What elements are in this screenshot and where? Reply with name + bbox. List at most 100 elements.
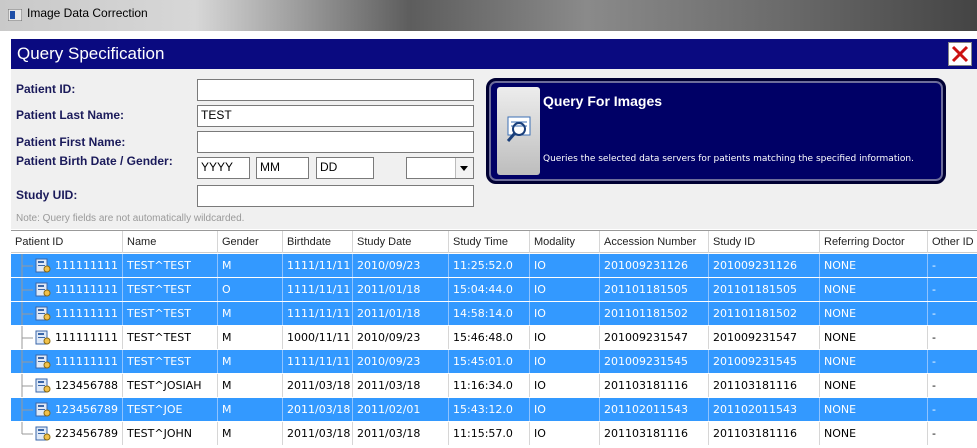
dropdown-arrow[interactable] — [455, 158, 473, 178]
column-header-referring-doctor[interactable]: Referring Doctor — [820, 231, 928, 253]
table-row[interactable]: 123456788 TEST^JOSIAH M 2011/03/18 2011/03/1… — [11, 374, 977, 397]
cell-modality: IO — [530, 326, 600, 349]
panel-title: Query Specification — [17, 44, 165, 63]
cell-study-date: 2011/01/18 — [353, 302, 449, 325]
query-button-title: Query For Images — [543, 93, 663, 109]
cell-referring-doctor: NONE — [820, 326, 928, 349]
cell-modality: IO — [530, 422, 600, 445]
patient-record-icon — [35, 330, 51, 345]
cell-name: TEST^TEST — [123, 278, 218, 301]
column-header-accession-number[interactable]: Accession Number — [600, 231, 709, 253]
table-row[interactable]: 111111111 TEST^TEST M 1000/11/11 2010/09/23 1… — [11, 326, 977, 349]
column-header-other-id[interactable]: Other ID — [928, 231, 977, 253]
cell-study-id: 201009231126 — [709, 254, 820, 277]
cell-patient-id: 111111111 — [51, 254, 123, 277]
cell-study-date: 2010/09/23 — [353, 254, 449, 277]
cell-study-date: 2011/01/18 — [353, 278, 449, 301]
table-row[interactable]: 111111111 TEST^TEST M 1111/11/11 2010/09/23 1… — [11, 254, 977, 277]
cell-study-id: 201101181505 — [709, 278, 820, 301]
cell-patient-id: 111111111 — [51, 302, 123, 325]
first-name-input[interactable] — [197, 131, 474, 153]
first-name-label: Patient First Name: — [16, 135, 126, 149]
cell-referring-doctor: NONE — [820, 398, 928, 421]
cell-name: TEST^JOHN — [123, 422, 218, 445]
cell-study-time: 15:46:48.0 — [449, 326, 530, 349]
cell-patient-id: 111111111 — [51, 278, 123, 301]
cell-study-date: 2010/09/23 — [353, 326, 449, 349]
cell-referring-doctor: NONE — [820, 374, 928, 397]
cell-study-time: 11:25:52.0 — [449, 254, 530, 277]
last-name-input[interactable]: TEST — [197, 105, 474, 127]
column-header-patient-id[interactable]: Patient ID — [11, 231, 123, 253]
birth-year-input[interactable]: YYYY — [197, 157, 250, 179]
column-header-study-date[interactable]: Study Date — [353, 231, 449, 253]
app-icon — [8, 9, 22, 21]
birth-day-input[interactable]: DD — [316, 157, 374, 179]
table-row[interactable]: 111111111 TEST^TEST O 1111/11/11 2011/01/18 1… — [11, 278, 977, 301]
cell-birthdate: 1111/11/11 — [283, 254, 353, 277]
patient-id-input[interactable] — [197, 79, 474, 101]
cell-referring-doctor: NONE — [820, 422, 928, 445]
tree-line-icon — [21, 326, 33, 349]
cell-patient-id: 123456788 — [51, 374, 123, 397]
cell-modality: IO — [530, 254, 600, 277]
gender-select[interactable] — [406, 157, 474, 179]
birth-month-input[interactable]: MM — [256, 157, 309, 179]
cell-gender: M — [218, 422, 283, 445]
wildcard-note: Note: Query fields are not automatically… — [16, 213, 245, 224]
window-titlebar: Image Data Correction — [0, 0, 977, 31]
cell-study-date: 2011/02/01 — [353, 398, 449, 421]
close-x-icon — [951, 45, 969, 63]
table-row[interactable]: 123456789 TEST^JOE M 2011/03/18 2011/02/01 15… — [11, 398, 977, 421]
table-row[interactable]: 111111111 TEST^TEST M 1111/11/11 2010/09/23 1… — [11, 350, 977, 373]
cell-accession-number: 201101181505 — [600, 278, 709, 301]
cell-other-id: - — [928, 422, 977, 445]
column-header-birthdate[interactable]: Birthdate — [283, 231, 353, 253]
patient-record-icon — [35, 258, 51, 273]
tree-line-icon — [21, 398, 33, 421]
patient-record-icon — [35, 402, 51, 417]
cell-birthdate: 2011/03/18 — [283, 374, 353, 397]
close-button[interactable] — [948, 42, 972, 66]
cell-study-id: 201103181116 — [709, 422, 820, 445]
cell-study-time: 15:43:12.0 — [449, 398, 530, 421]
cell-modality: IO — [530, 302, 600, 325]
query-button-description: Queries the selected data servers for pa… — [543, 154, 914, 164]
cell-gender: M — [218, 326, 283, 349]
cell-study-id: 201102011543 — [709, 398, 820, 421]
cell-accession-number: 201009231547 — [600, 326, 709, 349]
column-header-name[interactable]: Name — [123, 231, 218, 253]
column-header-modality[interactable]: Modality — [530, 231, 600, 253]
patient-record-icon — [35, 354, 51, 369]
cell-name: TEST^JOE — [123, 398, 218, 421]
cell-study-date: 2010/09/23 — [353, 350, 449, 373]
cell-other-id: - — [928, 398, 977, 421]
cell-referring-doctor: NONE — [820, 302, 928, 325]
cell-study-time: 14:58:14.0 — [449, 302, 530, 325]
cell-birthdate: 2011/03/18 — [283, 398, 353, 421]
cell-accession-number: 201101181502 — [600, 302, 709, 325]
query-for-images-button[interactable]: Query For Images Queries the selected da… — [486, 78, 946, 184]
column-header-gender[interactable]: Gender — [218, 231, 283, 253]
cell-referring-doctor: NONE — [820, 278, 928, 301]
cell-other-id: - — [928, 374, 977, 397]
cell-study-id: 201009231545 — [709, 350, 820, 373]
cell-study-time: 11:16:34.0 — [449, 374, 530, 397]
cell-name: TEST^JOSIAH — [123, 374, 218, 397]
cell-patient-id: 111111111 — [51, 326, 123, 349]
cell-referring-doctor: NONE — [820, 254, 928, 277]
cell-patient-id: 223456789 — [51, 422, 123, 445]
cell-modality: IO — [530, 374, 600, 397]
table-row[interactable]: 111111111 TEST^TEST M 1111/11/11 2011/01/18 1… — [11, 302, 977, 325]
cell-patient-id: 123456789 — [51, 398, 123, 421]
cell-other-id: - — [928, 326, 977, 349]
cell-accession-number: 201103181116 — [600, 374, 709, 397]
study-uid-input[interactable] — [197, 185, 474, 207]
column-header-study-id[interactable]: Study ID — [709, 231, 820, 253]
cell-other-id: - — [928, 278, 977, 301]
cell-study-date: 2011/03/18 — [353, 374, 449, 397]
table-row[interactable]: 223456789 TEST^JOHN M 2011/03/18 2011/03/18 1… — [11, 422, 977, 445]
column-header-study-time[interactable]: Study Time — [449, 231, 530, 253]
patient-id-label: Patient ID: — [16, 82, 76, 96]
cell-other-id: - — [928, 254, 977, 277]
